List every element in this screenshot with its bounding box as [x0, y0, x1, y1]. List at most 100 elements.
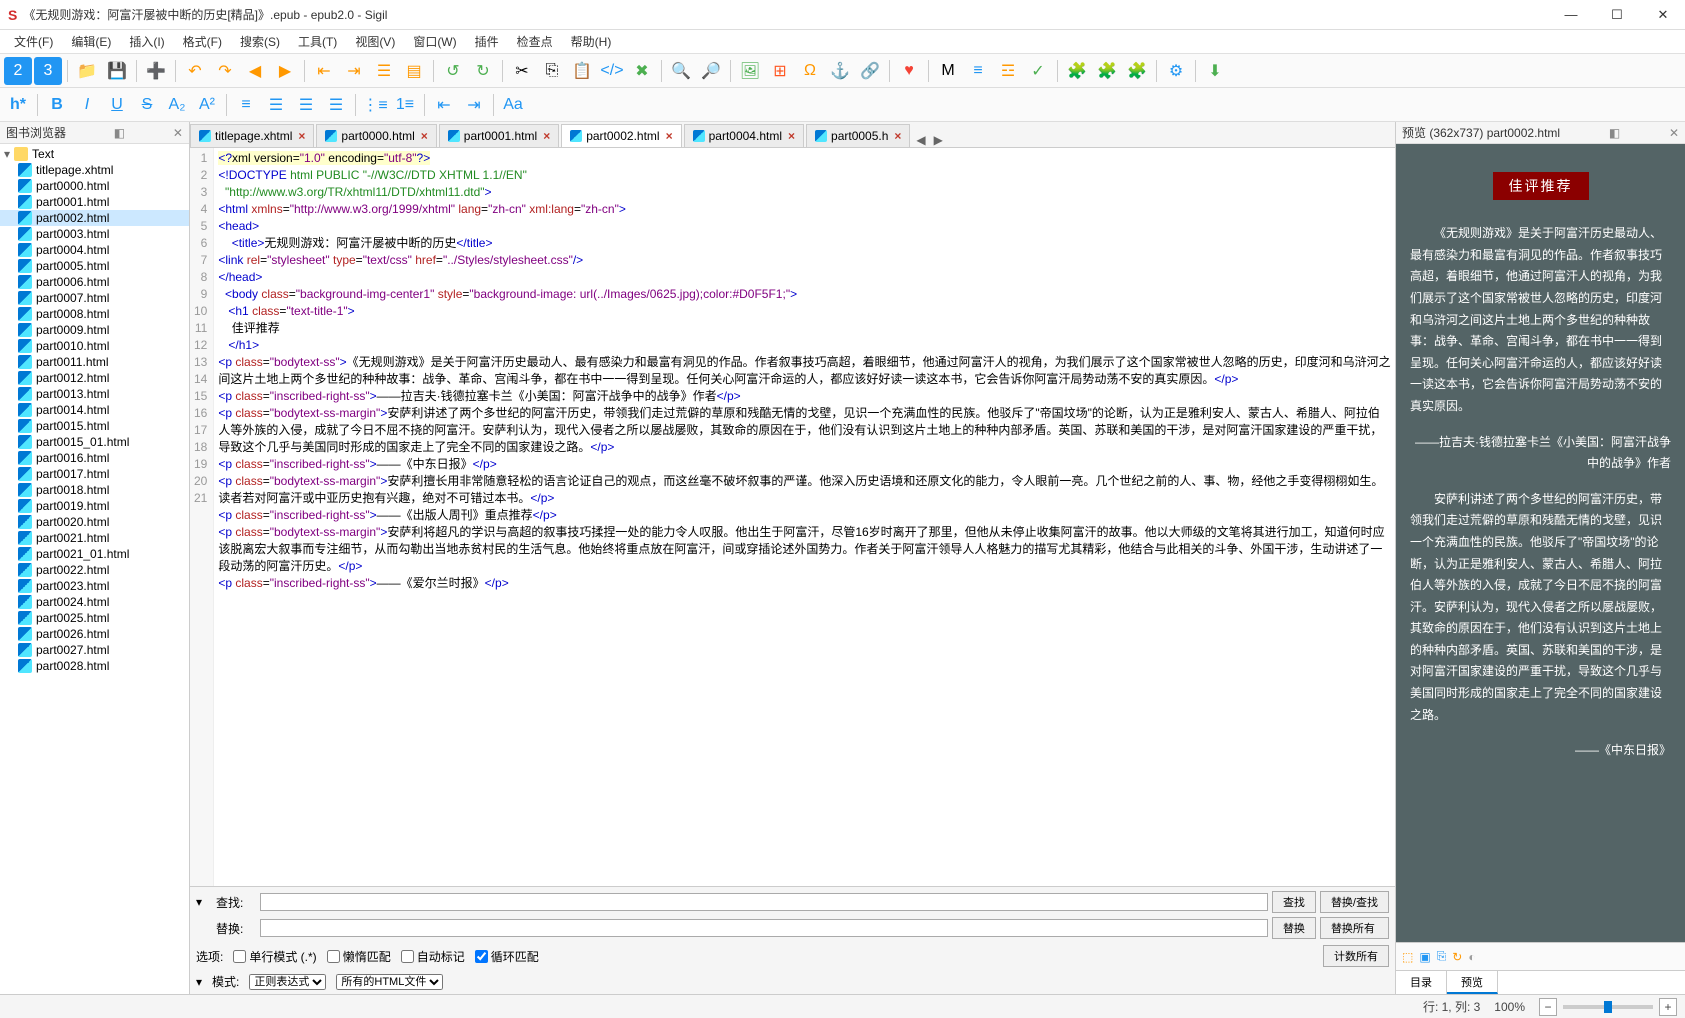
- redo2-icon[interactable]: ↻: [469, 57, 497, 85]
- file-part0007.html[interactable]: part0007.html: [0, 290, 189, 306]
- copy-icon[interactable]: ⎘: [538, 57, 566, 85]
- debug-icon[interactable]: ◐: [1468, 950, 1475, 964]
- menu-帮助(H)[interactable]: 帮助(H): [563, 31, 620, 52]
- collapse2-icon[interactable]: ▾: [196, 975, 202, 989]
- tab-part0000.html[interactable]: part0000.html×: [316, 124, 436, 147]
- underline-icon[interactable]: U: [103, 91, 131, 119]
- zoom-in-icon[interactable]: 🔍: [667, 57, 695, 85]
- omega-icon[interactable]: Ω: [796, 57, 824, 85]
- find-input[interactable]: [260, 893, 1268, 911]
- anchor-icon[interactable]: ⚓: [826, 57, 854, 85]
- collapse-icon[interactable]: ▾: [196, 895, 212, 909]
- forward-icon[interactable]: ▶: [271, 57, 299, 85]
- menu-工具(T)[interactable]: 工具(T): [290, 31, 345, 52]
- replace-input[interactable]: [260, 919, 1268, 937]
- file-part0000.html[interactable]: part0000.html: [0, 178, 189, 194]
- back-icon[interactable]: ◀: [241, 57, 269, 85]
- validate-icon[interactable]: ✖: [628, 57, 656, 85]
- opt-singleline[interactable]: 单行模式 (.*): [233, 948, 316, 965]
- cut-icon[interactable]: ✂: [508, 57, 536, 85]
- menu-格式(F)[interactable]: 格式(F): [175, 31, 230, 52]
- mode-select[interactable]: 正则表达式: [249, 974, 326, 990]
- menu-窗口(W)[interactable]: 窗口(W): [405, 31, 464, 52]
- tab-preview[interactable]: 预览: [1447, 971, 1498, 994]
- code-body[interactable]: <?xml version="1.0" encoding="utf-8"?><!…: [214, 148, 1395, 886]
- align-left-icon[interactable]: ≡: [232, 91, 260, 119]
- close-button[interactable]: ✕: [1649, 7, 1677, 23]
- file-part0004.html[interactable]: part0004.html: [0, 242, 189, 258]
- tab-titlepage.xhtml[interactable]: titlepage.xhtml×: [190, 124, 314, 147]
- undo-icon[interactable]: ↶: [181, 57, 209, 85]
- tab-part0002.html[interactable]: part0002.html×: [561, 124, 681, 147]
- italic-icon[interactable]: I: [73, 91, 101, 119]
- paste-icon[interactable]: 📋: [568, 57, 596, 85]
- add-icon[interactable]: ➕: [142, 57, 170, 85]
- bold-icon[interactable]: B: [43, 91, 71, 119]
- file-part0026.html[interactable]: part0026.html: [0, 626, 189, 642]
- indent-icon[interactable]: ⇥: [460, 91, 488, 119]
- file-part0016.html[interactable]: part0016.html: [0, 450, 189, 466]
- file-part0014.html[interactable]: part0014.html: [0, 402, 189, 418]
- panel-close-icon[interactable]: ✕: [173, 126, 183, 140]
- outdent-icon[interactable]: ⇤: [430, 91, 458, 119]
- file-part0015_01.html[interactable]: part0015_01.html: [0, 434, 189, 450]
- file-part0001.html[interactable]: part0001.html: [0, 194, 189, 210]
- link-icon[interactable]: 🔗: [856, 57, 884, 85]
- menu-搜索(S)[interactable]: 搜索(S): [232, 31, 288, 52]
- list-icon[interactable]: ≡: [964, 57, 992, 85]
- checkpoint-icon[interactable]: ⬇: [1201, 57, 1229, 85]
- file-part0010.html[interactable]: part0010.html: [0, 338, 189, 354]
- code-icon[interactable]: </>: [598, 57, 626, 85]
- zoom-slider[interactable]: [1563, 1005, 1653, 1009]
- indent-left-icon[interactable]: ⇤: [310, 57, 338, 85]
- file-part0022.html[interactable]: part0022.html: [0, 562, 189, 578]
- menu-插入(I)[interactable]: 插入(I): [121, 31, 172, 52]
- copy-preview-icon[interactable]: ⎘: [1437, 949, 1447, 964]
- toc-icon[interactable]: ☰: [370, 57, 398, 85]
- m-icon[interactable]: M: [934, 57, 962, 85]
- file-titlepage.xhtml[interactable]: titlepage.xhtml: [0, 162, 189, 178]
- align-center-icon[interactable]: ☰: [262, 91, 290, 119]
- file-part0019.html[interactable]: part0019.html: [0, 498, 189, 514]
- opt-wrap[interactable]: 循环匹配: [475, 948, 539, 965]
- reload-icon[interactable]: ↻: [1452, 950, 1462, 964]
- spell-icon[interactable]: ✓: [1024, 57, 1052, 85]
- strike-icon[interactable]: S: [133, 91, 161, 119]
- file-part0006.html[interactable]: part0006.html: [0, 274, 189, 290]
- save-icon[interactable]: 💾: [103, 57, 131, 85]
- list2-icon[interactable]: ☲: [994, 57, 1022, 85]
- opt-automark[interactable]: 自动标记: [401, 948, 465, 965]
- folder-text[interactable]: ▾Text: [0, 146, 189, 162]
- find-button[interactable]: 查找: [1272, 891, 1316, 913]
- preview-close-icon[interactable]: ✕: [1669, 126, 1679, 140]
- file-part0009.html[interactable]: part0009.html: [0, 322, 189, 338]
- zoom-out-icon[interactable]: 🔎: [697, 57, 725, 85]
- case-icon[interactable]: Aa: [499, 91, 527, 119]
- zoom-in-button[interactable]: +: [1659, 998, 1677, 1016]
- heading-icon[interactable]: h*: [4, 91, 32, 119]
- align-justify-icon[interactable]: ☰: [322, 91, 350, 119]
- number-list-icon[interactable]: 1≡: [391, 91, 419, 119]
- code-editor[interactable]: 123456789101112131415161718192021 <?xml …: [190, 148, 1395, 886]
- replace-all-button[interactable]: 替换所有: [1320, 917, 1389, 939]
- redo-icon[interactable]: ↷: [211, 57, 239, 85]
- file-part0015.html[interactable]: part0015.html: [0, 418, 189, 434]
- preview-content[interactable]: 佳评推荐 《无规则游戏》是关于阿富汗历史最动人、最有感染力和最富有洞见的作品。作…: [1396, 144, 1685, 942]
- indent-right-icon[interactable]: ⇥: [340, 57, 368, 85]
- menu-插件[interactable]: 插件: [467, 31, 507, 52]
- opt-lazy[interactable]: 懒惰匹配: [327, 948, 391, 965]
- file-part0011.html[interactable]: part0011.html: [0, 354, 189, 370]
- file-part0025.html[interactable]: part0025.html: [0, 610, 189, 626]
- open-icon[interactable]: 📁: [73, 57, 101, 85]
- file-part0017.html[interactable]: part0017.html: [0, 466, 189, 482]
- tab-close-icon[interactable]: ×: [666, 129, 673, 143]
- epub2-button[interactable]: 2: [4, 57, 32, 85]
- tab-close-icon[interactable]: ×: [788, 129, 795, 143]
- gear-icon[interactable]: ⚙: [1162, 57, 1190, 85]
- scope-select[interactable]: 所有的HTML文件: [336, 974, 443, 990]
- menu-文件(F)[interactable]: 文件(F): [6, 31, 61, 52]
- menu-视图(V)[interactable]: 视图(V): [347, 31, 403, 52]
- plugin1-icon[interactable]: 🧩: [1063, 57, 1091, 85]
- maximize-button[interactable]: ☐: [1603, 7, 1631, 23]
- tab-part0001.html[interactable]: part0001.html×: [439, 124, 559, 147]
